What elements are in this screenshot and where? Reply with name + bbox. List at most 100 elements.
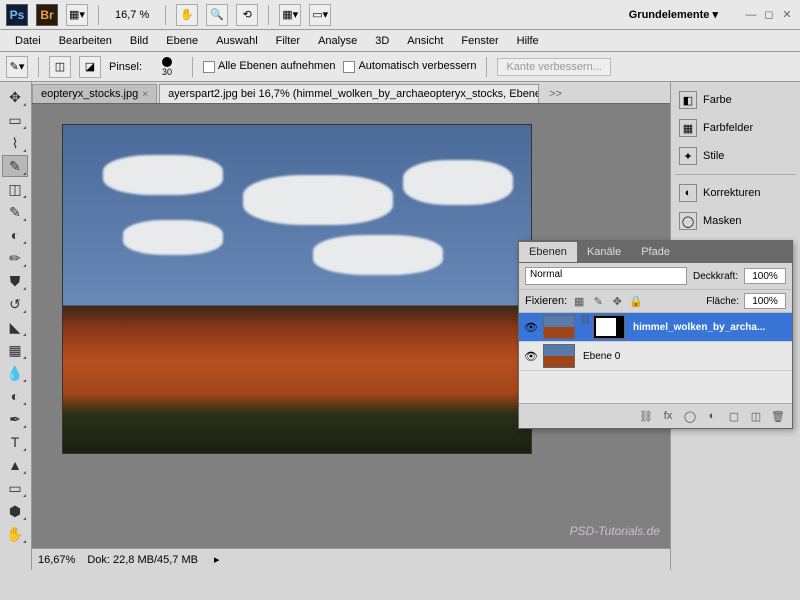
eraser-tool[interactable]: ◣: [2, 316, 28, 338]
menu-ansicht[interactable]: Ansicht: [398, 32, 452, 50]
blend-mode-dropdown[interactable]: Normal: [525, 267, 687, 285]
adjustment-layer-icon[interactable]: ◐: [704, 408, 720, 424]
options-bar: ✎▾ ◫ ◪ Pinsel: 30 Alle Ebenen aufnehmen …: [0, 52, 800, 82]
arrange-docs-icon[interactable]: ▦▾: [279, 4, 301, 26]
masks-icon: ◯: [679, 212, 697, 230]
layer-thumb[interactable]: [543, 344, 575, 368]
mask-thumb[interactable]: [593, 315, 625, 339]
menu-auswahl[interactable]: Auswahl: [207, 32, 267, 50]
gradient-tool[interactable]: ▦: [2, 339, 28, 361]
menu-filter[interactable]: Filter: [267, 32, 309, 50]
menu-bar: Datei Bearbeiten Bild Ebene Auswahl Filt…: [0, 30, 800, 52]
paths-tab[interactable]: Pfade: [631, 242, 680, 262]
crop-tool[interactable]: ◫: [2, 178, 28, 200]
hand-tool[interactable]: ✋: [2, 523, 28, 545]
type-tool[interactable]: T: [2, 431, 28, 453]
lock-all-icon[interactable]: 🔒: [629, 294, 643, 308]
adjustments-icon: ◐: [679, 184, 697, 202]
brush-label: Pinsel:: [109, 61, 142, 73]
menu-hilfe[interactable]: Hilfe: [508, 32, 548, 50]
history-brush-tool[interactable]: ↺: [2, 293, 28, 315]
move-tool[interactable]: ✥: [2, 86, 28, 108]
delete-layer-icon[interactable]: 🗑: [770, 408, 786, 424]
maximize-icon[interactable]: ◻: [762, 8, 776, 22]
layer-row[interactable]: 👁 ⛓ himmel_wolken_by_archa...: [519, 313, 792, 342]
close-icon[interactable]: ✕: [780, 8, 794, 22]
shape-tool[interactable]: ▭: [2, 477, 28, 499]
zoom-value[interactable]: 16,7 %: [109, 7, 155, 23]
eyedropper-tool[interactable]: ✎: [2, 201, 28, 223]
fill-label: Fläche:: [706, 296, 739, 307]
menu-ebene[interactable]: Ebene: [157, 32, 207, 50]
sample-all-layers-checkbox[interactable]: Alle Ebenen aufnehmen: [203, 60, 335, 72]
menu-analyse[interactable]: Analyse: [309, 32, 366, 50]
lock-pixels-icon[interactable]: ✎: [591, 294, 605, 308]
quick-select-sub-icon[interactable]: ◪: [79, 56, 101, 78]
layer-thumb[interactable]: [543, 315, 575, 339]
layout-dropdown[interactable]: ▦▾: [66, 4, 88, 26]
lasso-tool[interactable]: ⌇: [2, 132, 28, 154]
visibility-icon[interactable]: 👁: [523, 348, 539, 364]
panel-masken[interactable]: ◯Masken: [675, 207, 796, 235]
3d-tool[interactable]: ⬢: [2, 500, 28, 522]
panel-farbfelder[interactable]: ▦Farbfelder: [675, 114, 796, 142]
add-mask-icon[interactable]: ◯: [682, 408, 698, 424]
menu-fenster[interactable]: Fenster: [452, 32, 507, 50]
mask-link-icon[interactable]: ⛓: [579, 315, 589, 339]
styles-icon: ✦: [679, 147, 697, 165]
toolbox: ✥ ▭ ⌇ ✎ ◫ ✎ ◐ ✏ ⛊ ↺ ◣ ▦ 💧 ◐ ✒ T ▲ ▭ ⬢ ✋: [0, 82, 32, 570]
pen-tool[interactable]: ✒: [2, 408, 28, 430]
tabs-overflow-icon[interactable]: >>: [541, 85, 570, 103]
visibility-icon[interactable]: 👁: [523, 319, 539, 335]
lock-position-icon[interactable]: ✥: [610, 294, 624, 308]
panel-korrekturen[interactable]: ◐Korrekturen: [675, 179, 796, 207]
doc-tab-2[interactable]: ayerspart2.jpg bei 16,7% (himmel_wolken_…: [159, 84, 539, 103]
blur-tool[interactable]: 💧: [2, 362, 28, 384]
refine-edge-button[interactable]: Kante verbessern...: [497, 58, 610, 76]
panel-farbe[interactable]: ◧Farbe: [675, 86, 796, 114]
bridge-logo[interactable]: Br: [36, 4, 58, 26]
screen-mode-icon[interactable]: ▭▾: [309, 4, 331, 26]
menu-bild[interactable]: Bild: [121, 32, 157, 50]
opacity-input[interactable]: [744, 268, 786, 284]
brush-tool[interactable]: ✏: [2, 247, 28, 269]
link-layers-icon[interactable]: ⛓: [638, 408, 654, 424]
layer-group-icon[interactable]: ▢: [726, 408, 742, 424]
rotate-view-icon[interactable]: ⟲: [236, 4, 258, 26]
layer-row[interactable]: 👁 Ebene 0: [519, 342, 792, 371]
panel-stile[interactable]: ✦Stile: [675, 142, 796, 170]
tool-preset-icon[interactable]: ✎▾: [6, 56, 28, 78]
quick-select-add-icon[interactable]: ◫: [49, 56, 71, 78]
marquee-tool[interactable]: ▭: [2, 109, 28, 131]
menu-datei[interactable]: Datei: [6, 32, 50, 50]
status-zoom[interactable]: 16,67%: [38, 554, 75, 566]
app-topbar: Ps Br ▦▾ 16,7 % ✋ 🔍 ⟲ ▦▾ ▭▾ Grundelement…: [0, 0, 800, 30]
auto-enhance-checkbox[interactable]: Automatisch verbessern: [343, 60, 476, 72]
layer-fx-icon[interactable]: fx: [660, 408, 676, 424]
photoshop-logo[interactable]: Ps: [6, 4, 28, 26]
lock-transparency-icon[interactable]: ▦: [572, 294, 586, 308]
stamp-tool[interactable]: ⛊: [2, 270, 28, 292]
healing-tool[interactable]: ◐: [2, 224, 28, 246]
quick-select-tool[interactable]: ✎: [2, 155, 28, 177]
layers-tab[interactable]: Ebenen: [519, 242, 577, 262]
menu-3d[interactable]: 3D: [366, 32, 398, 50]
menu-bearbeiten[interactable]: Bearbeiten: [50, 32, 121, 50]
close-tab-icon[interactable]: ×: [142, 89, 148, 100]
doc-tab-1[interactable]: eopteryx_stocks.jpg×: [32, 84, 157, 103]
fill-input[interactable]: [744, 293, 786, 309]
new-layer-icon[interactable]: ◫: [748, 408, 764, 424]
layer-name[interactable]: Ebene 0: [579, 351, 788, 362]
canvas-image[interactable]: [62, 124, 532, 454]
hand-tool-icon[interactable]: ✋: [176, 4, 198, 26]
document-tabs: eopteryx_stocks.jpg× ayerspart2.jpg bei …: [32, 82, 670, 104]
dodge-tool[interactable]: ◐: [2, 385, 28, 407]
status-doc-size[interactable]: Dok: 22,8 MB/45,7 MB: [87, 554, 198, 566]
layer-name[interactable]: himmel_wolken_by_archa...: [629, 322, 788, 333]
zoom-tool-icon[interactable]: 🔍: [206, 4, 228, 26]
brush-size-picker[interactable]: 30: [152, 55, 182, 79]
minimize-icon[interactable]: —: [744, 8, 758, 22]
workspace-dropdown[interactable]: Grundelemente ▾: [619, 6, 728, 23]
path-select-tool[interactable]: ▲: [2, 454, 28, 476]
channels-tab[interactable]: Kanäle: [577, 242, 631, 262]
